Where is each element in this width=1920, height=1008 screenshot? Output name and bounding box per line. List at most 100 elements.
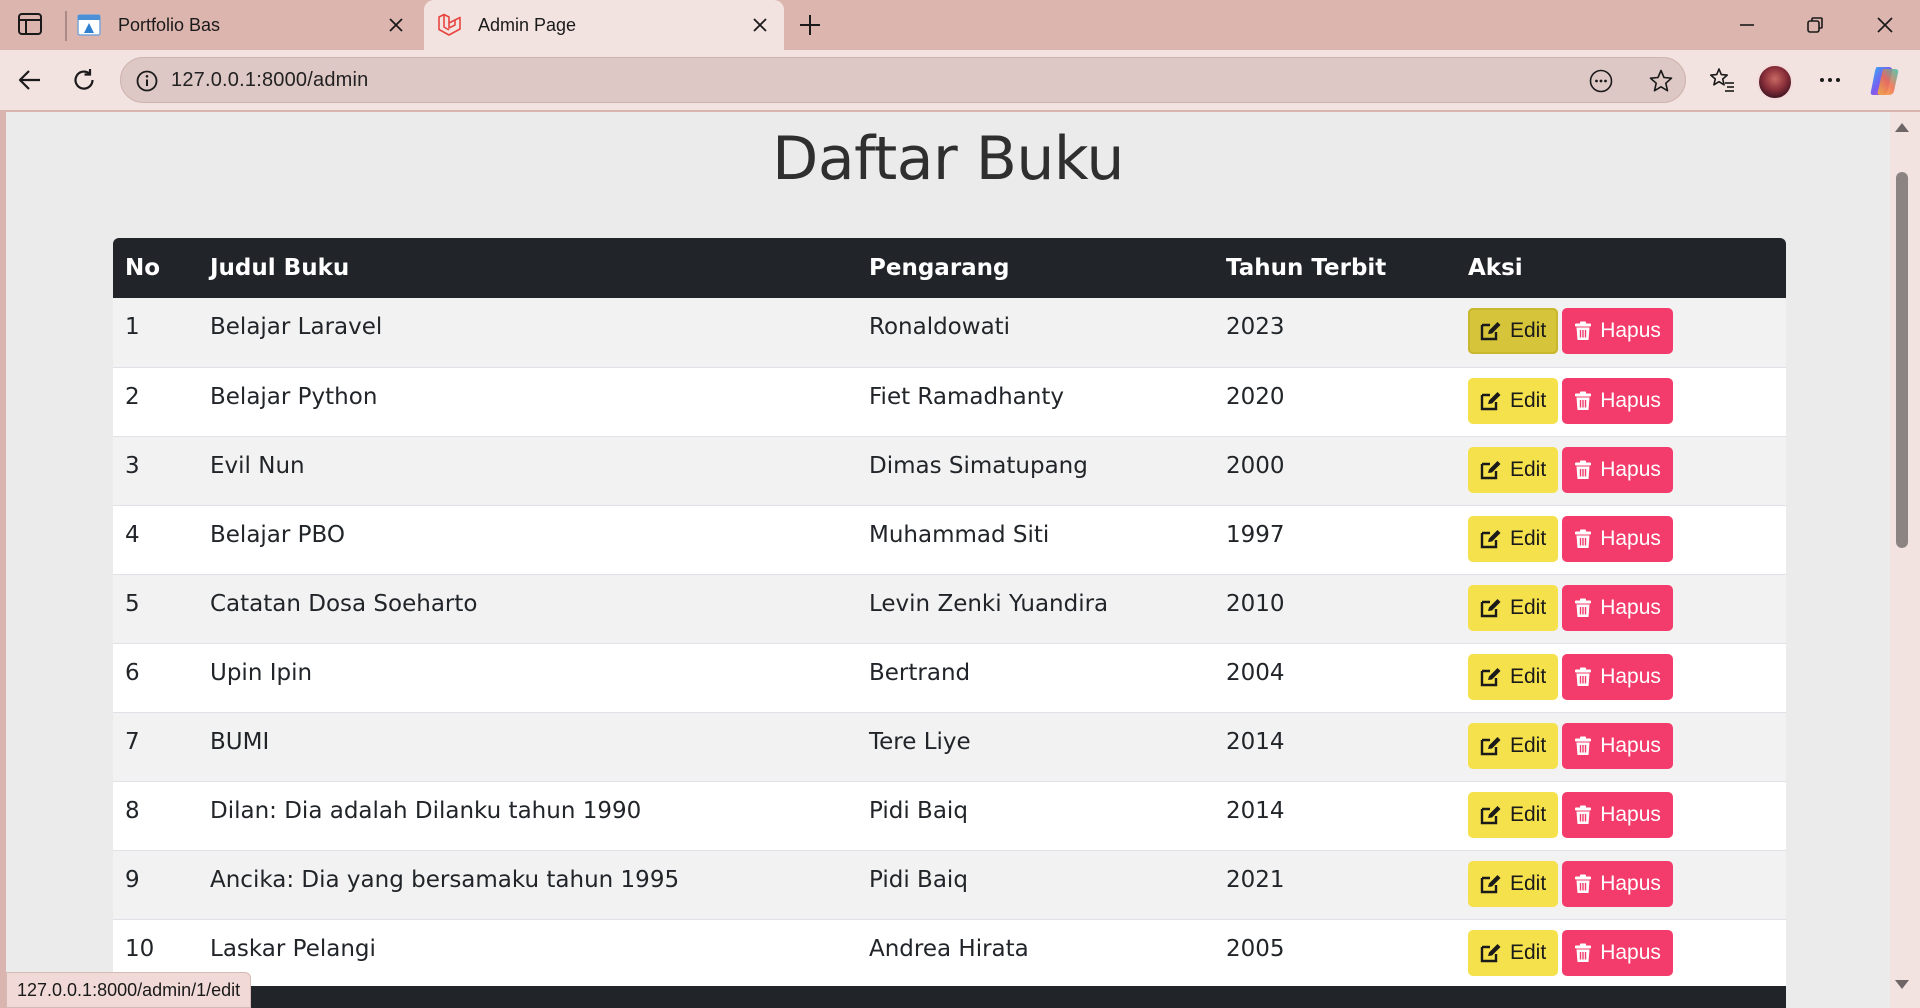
edit-label: Edit	[1510, 664, 1547, 688]
trash-icon	[1575, 321, 1592, 340]
edit-button[interactable]: Edit	[1468, 791, 1559, 838]
refresh-button[interactable]	[66, 62, 102, 98]
edit-button[interactable]: Edit	[1468, 446, 1559, 493]
edit-icon	[1480, 805, 1501, 824]
back-arrow-icon	[18, 70, 40, 90]
scrollbar-thumb[interactable]	[1896, 172, 1908, 548]
tab-admin-page[interactable]: Admin Page	[424, 0, 784, 50]
edit-icon	[1480, 598, 1501, 617]
edit-label: Edit	[1510, 733, 1547, 757]
cell-actions: Edit Hapus	[1456, 367, 1786, 436]
minimize-icon	[1740, 24, 1754, 26]
cell-actions: Edit Hapus	[1456, 712, 1786, 781]
cell-actions: Edit Hapus	[1456, 781, 1786, 850]
cell-no: 2	[125, 383, 140, 410]
cell-title: Upin Ipin	[210, 659, 313, 686]
cell-actions: Edit Hapus	[1456, 574, 1786, 643]
edit-button[interactable]: Edit	[1468, 860, 1559, 907]
cell-year: 2005	[1226, 935, 1285, 962]
cell-no: 8	[125, 797, 140, 824]
ellipsis-icon	[1820, 78, 1840, 82]
edit-button[interactable]: Edit	[1468, 584, 1559, 631]
cell-author: Andrea Hirata	[869, 935, 1029, 962]
delete-label: Hapus	[1600, 802, 1661, 826]
restore-button[interactable]	[1798, 9, 1832, 41]
copilot-icon[interactable]	[1867, 63, 1903, 99]
edit-button[interactable]: Edit	[1468, 929, 1559, 976]
trash-icon	[1575, 391, 1592, 410]
close-window-button[interactable]	[1868, 9, 1902, 41]
delete-label: Hapus	[1600, 388, 1661, 412]
cell-no: 9	[125, 866, 140, 893]
table-row: 6 Upin Ipin Bertrand 2004 Edit Hapus	[113, 643, 1786, 712]
tab-portfolio[interactable]: Portfolio Bas	[72, 0, 420, 50]
header-actions: Aksi	[1468, 255, 1523, 281]
edit-button[interactable]: Edit	[1468, 515, 1559, 562]
cell-year: 2021	[1226, 866, 1285, 893]
cell-title: Catatan Dosa Soeharto	[210, 590, 478, 617]
trash-icon	[1575, 598, 1592, 617]
delete-label: Hapus	[1600, 940, 1661, 964]
profile-avatar[interactable]	[1757, 64, 1793, 100]
close-tab-icon[interactable]	[382, 11, 410, 39]
edit-button[interactable]: Edit	[1468, 308, 1559, 354]
table-row: 2 Belajar Python Fiet Ramadhanty 2020 Edit Ha…	[113, 367, 1786, 436]
cell-title: Dilan: Dia adalah Dilanku tahun 1990	[210, 797, 642, 824]
delete-button[interactable]: Hapus	[1562, 377, 1673, 424]
cell-title: Ancika: Dia yang bersamaku tahun 1995	[210, 866, 680, 893]
cell-no: 7	[125, 728, 140, 755]
delete-button[interactable]: Hapus	[1562, 515, 1673, 562]
delete-button[interactable]: Hapus	[1562, 446, 1673, 493]
cell-year: 2004	[1226, 659, 1285, 686]
delete-button[interactable]: Hapus	[1562, 722, 1673, 769]
delete-label: Hapus	[1600, 733, 1661, 757]
star-icon	[1649, 69, 1673, 92]
cell-title: BUMI	[210, 728, 270, 755]
tab-title: Portfolio Bas	[118, 14, 221, 35]
back-button[interactable]	[12, 62, 48, 98]
scroll-up-arrow-icon[interactable]	[1892, 120, 1912, 134]
edit-button[interactable]: Edit	[1468, 653, 1559, 700]
delete-button[interactable]: Hapus	[1562, 308, 1673, 354]
trash-icon	[1575, 460, 1592, 479]
delete-button[interactable]: Hapus	[1562, 860, 1673, 907]
laravel-favicon-icon	[436, 12, 462, 38]
edit-button[interactable]: Edit	[1468, 377, 1559, 424]
cell-actions: Edit Hapus	[1456, 298, 1786, 367]
new-tab-button[interactable]	[794, 9, 826, 41]
cell-no: 4	[125, 521, 140, 548]
tab-actions-icon[interactable]	[16, 11, 44, 37]
site-info-icon[interactable]	[135, 69, 159, 93]
more-dots-circle-icon	[1589, 69, 1613, 93]
edit-icon	[1480, 736, 1501, 755]
table-row: 4 Belajar PBO Muhammad Siti 1997 Edit Hapus	[113, 505, 1786, 574]
settings-more-button[interactable]	[1812, 62, 1848, 98]
delete-button[interactable]: Hapus	[1562, 653, 1673, 700]
close-tab-icon[interactable]	[746, 11, 774, 39]
minimize-button[interactable]	[1730, 9, 1764, 41]
favorite-star-button[interactable]	[1647, 67, 1675, 95]
delete-button[interactable]: Hapus	[1562, 584, 1673, 631]
address-bar[interactable]: 127.0.0.1:8000/admin	[120, 57, 1686, 103]
edit-label: Edit	[1510, 802, 1547, 826]
delete-button[interactable]: Hapus	[1562, 929, 1673, 976]
url-text[interactable]: 127.0.0.1:8000/admin	[171, 69, 369, 92]
portfolio-favicon-icon	[76, 12, 102, 38]
reading-mode-button[interactable]	[1587, 67, 1615, 95]
scroll-down-arrow-icon[interactable]	[1892, 978, 1912, 992]
cell-no: 5	[125, 590, 140, 617]
favorites-list-icon	[1710, 68, 1734, 92]
cell-no: 3	[125, 452, 140, 479]
delete-label: Hapus	[1600, 871, 1661, 895]
edit-icon	[1480, 460, 1501, 479]
trash-icon	[1575, 529, 1592, 548]
cell-author: Muhammad Siti	[869, 521, 1050, 548]
edit-label: Edit	[1510, 595, 1547, 619]
header-author: Pengarang	[869, 255, 1010, 281]
table-body: 1 Belajar Laravel Ronaldowati 2023 Edit Hapus…	[113, 298, 1786, 988]
edit-button[interactable]: Edit	[1468, 722, 1559, 769]
table-footer	[113, 986, 1786, 1008]
delete-button[interactable]: Hapus	[1562, 791, 1673, 838]
favorites-button[interactable]	[1704, 62, 1740, 98]
header-no: No	[125, 255, 161, 281]
